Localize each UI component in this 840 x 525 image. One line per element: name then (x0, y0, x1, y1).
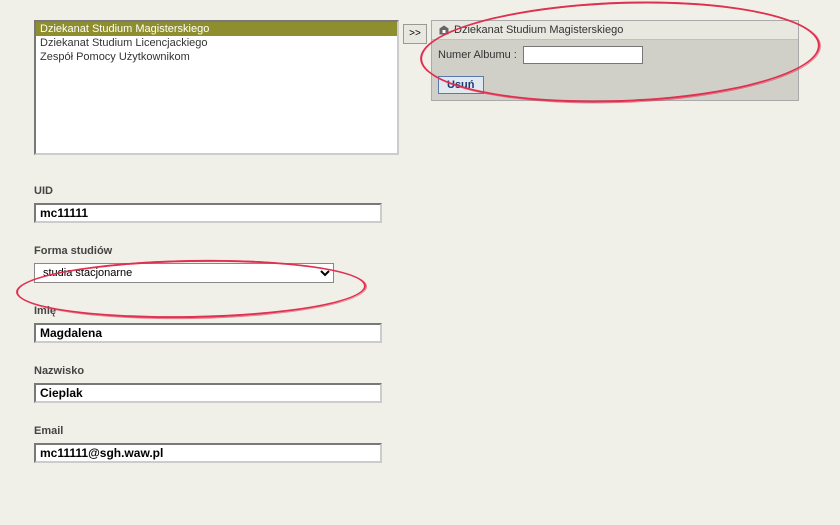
uid-label: UID (34, 185, 838, 197)
listbox-item[interactable]: Dziekanat Studium Licencjackiego (36, 36, 397, 50)
building-icon (438, 24, 450, 36)
imie-label: Imię (34, 305, 838, 317)
panel-header-label: Dziekanat Studium Magisterskiego (454, 24, 623, 36)
email-label: Email (34, 425, 838, 437)
panel-body: Numer Albumu : (432, 40, 798, 70)
email-input[interactable] (34, 443, 382, 463)
delete-button[interactable]: Usuń (438, 76, 484, 94)
move-right-button[interactable]: >> (403, 24, 427, 44)
uid-input[interactable] (34, 203, 382, 223)
top-row: Dziekanat Studium Magisterskiego Dziekan… (34, 20, 838, 155)
nazwisko-label: Nazwisko (34, 365, 838, 377)
email-field: Email (34, 425, 838, 463)
uid-field: UID (34, 185, 838, 223)
album-number-label: Numer Albumu : (438, 49, 517, 61)
nazwisko-field: Nazwisko (34, 365, 838, 403)
selected-dean-panel: Dziekanat Studium Magisterskiego Numer A… (431, 20, 799, 101)
forma-label: Forma studiów (34, 245, 838, 257)
album-number-input[interactable] (523, 46, 643, 64)
move-buttons: >> (403, 24, 427, 44)
listbox-item[interactable]: Zespół Pomocy Użytkownikom (36, 50, 397, 64)
panel-header: Dziekanat Studium Magisterskiego (432, 21, 798, 40)
nazwisko-input[interactable] (34, 383, 382, 403)
page-container: Dziekanat Studium Magisterskiego Dziekan… (0, 0, 840, 525)
dean-office-listbox[interactable]: Dziekanat Studium Magisterskiego Dziekan… (34, 20, 399, 155)
imie-input[interactable] (34, 323, 382, 343)
panel-footer: Usuń (432, 70, 798, 100)
forma-select[interactable]: studia stacjonarne (34, 263, 334, 283)
listbox-item[interactable]: Dziekanat Studium Magisterskiego (36, 22, 397, 36)
form-area: UID Forma studiów studia stacjonarne Imi… (34, 185, 838, 463)
forma-field: Forma studiów studia stacjonarne (34, 245, 838, 283)
imie-field: Imię (34, 305, 838, 343)
